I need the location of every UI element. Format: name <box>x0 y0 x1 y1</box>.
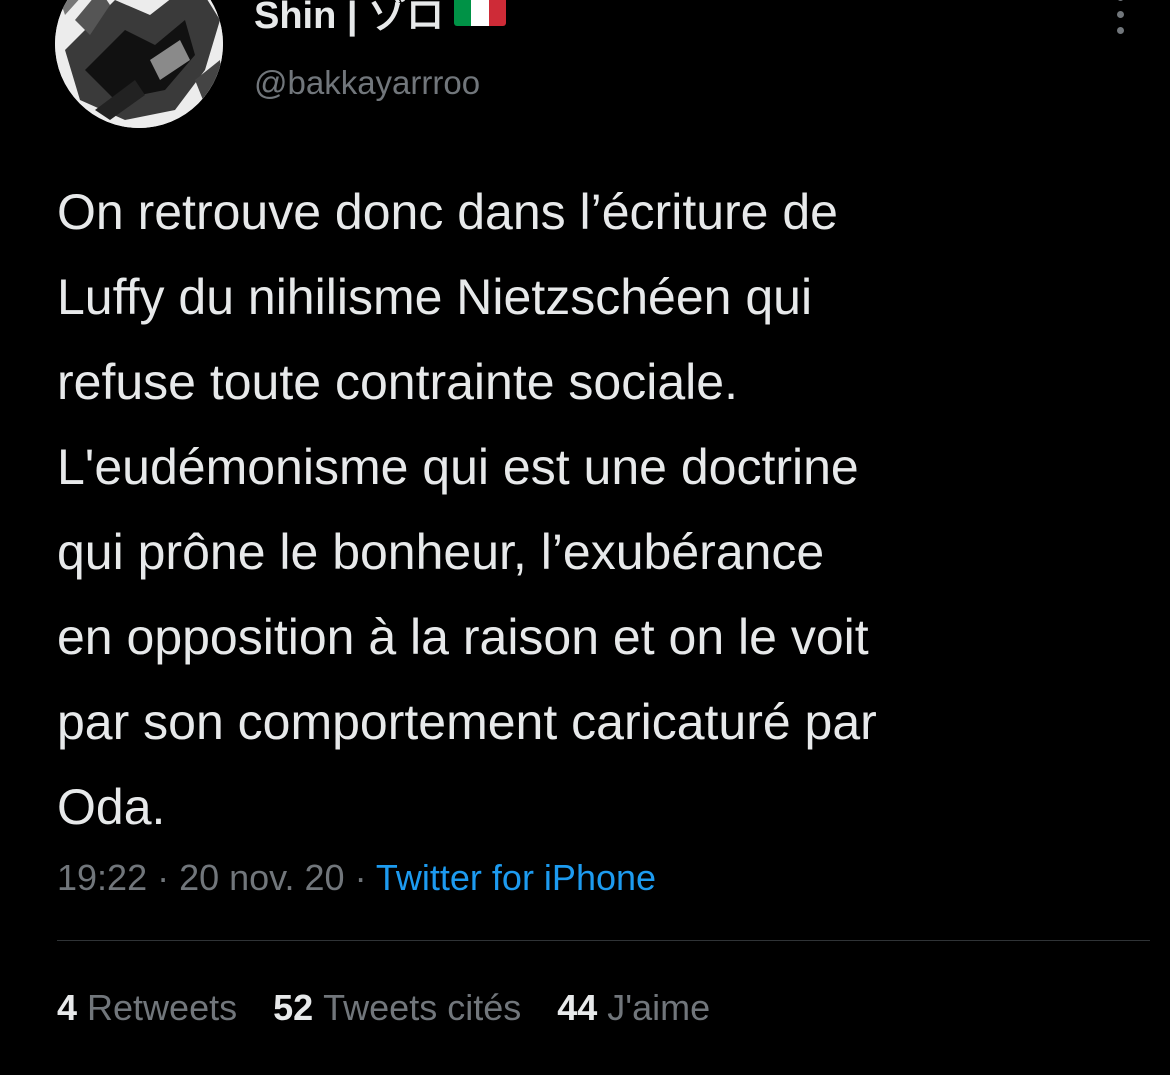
author-display-name[interactable]: Shin | ゾロ <box>254 0 444 39</box>
avatar[interactable] <box>55 0 223 128</box>
tweet-source-link[interactable]: Twitter for iPhone <box>376 857 656 898</box>
meta-separator: · <box>147 857 180 898</box>
tweet-text-line: Luffy du nihilisme Nietzschéen qui <box>57 269 813 325</box>
retweets-label: Retweets <box>87 987 238 1028</box>
more-options-icon[interactable] <box>1108 0 1132 34</box>
quote-tweets-stat[interactable]: 52 Tweets cités <box>273 987 521 1029</box>
retweets-stat[interactable]: 4 Retweets <box>57 987 237 1029</box>
tweet-stats: 4 Retweets 52 Tweets cités 44 J'aime <box>57 987 710 1029</box>
divider <box>57 940 1150 941</box>
likes-label: J'aime <box>607 987 711 1028</box>
tweet-time[interactable]: 19:22 <box>57 857 147 898</box>
author-handle[interactable]: @bakkayarrroo <box>254 64 480 102</box>
quote-tweets-count: 52 <box>273 987 314 1028</box>
tweet-date[interactable]: 20 nov. 20 <box>179 857 344 898</box>
tweet-text-line: en opposition à la raison et on le voit <box>57 609 869 665</box>
retweets-count: 4 <box>57 987 78 1028</box>
author-name-row[interactable]: Shin | ゾロ <box>254 0 507 39</box>
tweet-text: On retrouve donc dans l’écriture de Luff… <box>57 170 1157 850</box>
tweet-text-line: Oda. <box>57 779 166 835</box>
tweet-text-line: On retrouve donc dans l’écriture de <box>57 184 838 240</box>
tweet-text-line: qui prône le bonheur, l’exubérance <box>57 524 825 580</box>
avatar-illustration <box>55 0 223 128</box>
meta-separator: · <box>344 857 376 898</box>
likes-count: 44 <box>557 987 598 1028</box>
tweet-text-line: L'eudémonisme qui est une doctrine <box>57 439 859 495</box>
tweet-text-line: par son comportement caricaturé par <box>57 694 877 750</box>
italy-flag-icon <box>454 0 507 26</box>
quote-tweets-label: Tweets cités <box>323 987 522 1028</box>
tweet-text-line: refuse toute contrainte sociale. <box>57 354 738 410</box>
likes-stat[interactable]: 44 J'aime <box>557 987 710 1029</box>
tweet-metadata: 19:22 · 20 nov. 20 · Twitter for iPhone <box>57 857 656 899</box>
